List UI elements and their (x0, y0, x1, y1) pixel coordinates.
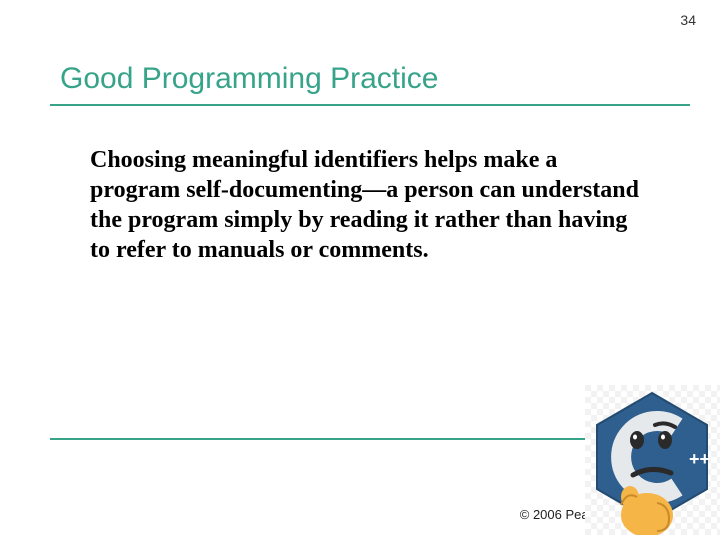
body-paragraph: Choosing meaningful identifiers helps ma… (90, 145, 640, 265)
slide-title: Good Programming Practice (60, 62, 439, 96)
title-divider (50, 104, 690, 106)
cpp-plus-label: ++ (689, 449, 710, 469)
page-number: 34 (680, 12, 696, 28)
cpp-mascot-icon: ++ (585, 385, 720, 535)
